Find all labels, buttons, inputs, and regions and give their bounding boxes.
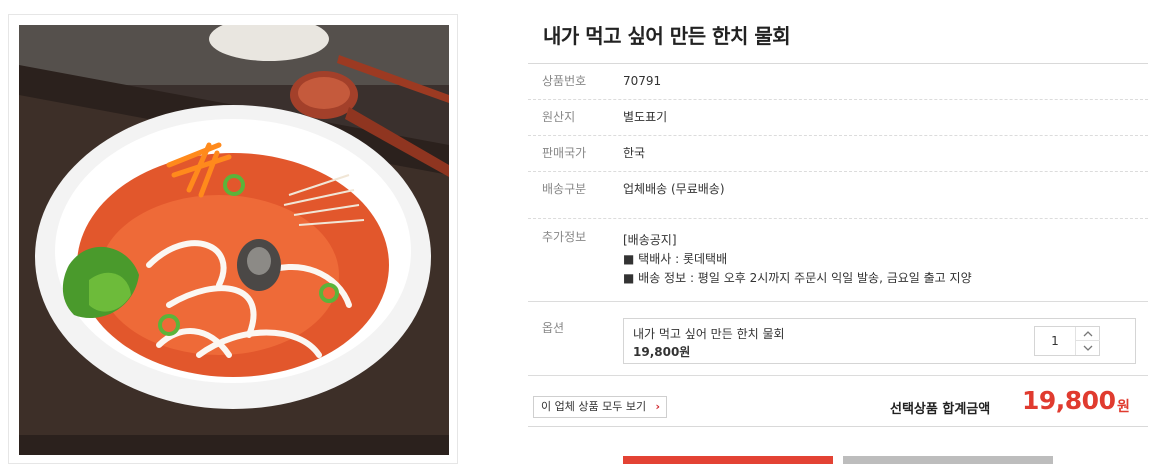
product-photo (19, 25, 449, 455)
info-row-shipping: 배송구분 업체배송 (무료배송) (528, 172, 1148, 219)
quantity-buttons (1075, 327, 1100, 355)
selected-option-box: 내가 먹고 싶어 만든 한치 물회 19,800원 (623, 318, 1136, 364)
extra-info-label: 추가정보 (542, 230, 587, 244)
add-to-cart-button[interactable] (843, 456, 1053, 464)
mulhoe-bowl-illustration (19, 25, 449, 455)
option-name: 내가 먹고 싶어 만든 한치 물회 (633, 327, 785, 341)
shipping-label: 배송구분 (542, 182, 587, 196)
total-label: 선택상품 합계금액 (890, 402, 991, 417)
buy-now-button[interactable] (623, 456, 833, 464)
info-row-extra: 추가정보 [배송공지] ■ 택배사 : 롯데택배 ■ 배송 정보 : 평일 오후… (528, 219, 1148, 302)
chevron-down-icon (1083, 345, 1093, 351)
info-row-country: 판매국가 한국 (528, 136, 1148, 172)
option-label: 옵션 (542, 321, 565, 335)
product-title: 내가 먹고 싶어 만든 한치 물회 (543, 24, 791, 48)
total-divider (528, 426, 1148, 427)
info-row-option: 옵션 내가 먹고 싶어 만든 한치 물회 19,800원 (528, 302, 1148, 376)
quantity-decrease-button[interactable] (1076, 341, 1100, 355)
chevron-right-icon: › (655, 400, 661, 413)
courier-line: ■ 택배사 : 롯데택배 (623, 252, 728, 266)
total-amount: 19,800 (1022, 386, 1116, 415)
view-vendor-products-button[interactable]: 이 업체 상품 모두 보기 › (533, 396, 668, 418)
shipping-notice-title: [배송공지] (623, 233, 677, 247)
product-code-label: 상품번호 (542, 74, 587, 88)
delivery-info-line: ■ 배송 정보 : 평일 오후 2시까지 주문시 익일 발송, 금요일 출고 지… (623, 271, 972, 285)
info-row-origin: 원산지 별도표기 (528, 100, 1148, 136)
shipping-value: 업체배송 (무료배송) (623, 182, 725, 196)
origin-value: 별도표기 (623, 110, 668, 124)
country-value: 한국 (623, 146, 646, 160)
chevron-up-icon (1083, 330, 1093, 336)
total-unit: 원 (1117, 399, 1130, 415)
option-price: 19,800원 (633, 345, 691, 359)
quantity-increase-button[interactable] (1076, 327, 1100, 341)
origin-label: 원산지 (542, 110, 576, 124)
extra-info-value: [배송공지] ■ 택배사 : 롯데택배 ■ 배송 정보 : 평일 오후 2시까지… (623, 231, 972, 288)
product-image-frame (8, 14, 458, 464)
product-detail-panel: 내가 먹고 싶어 만든 한치 물회 상품번호 70791 원산지 별도표기 판매… (528, 0, 1148, 464)
quantity-stepper (1034, 326, 1100, 356)
vendor-button-label: 이 업체 상품 모두 보기 (541, 400, 647, 413)
country-label: 판매국가 (542, 146, 587, 160)
info-row-product-code: 상품번호 70791 (528, 64, 1148, 100)
product-code-value: 70791 (623, 74, 662, 88)
quantity-input[interactable] (1035, 327, 1075, 355)
